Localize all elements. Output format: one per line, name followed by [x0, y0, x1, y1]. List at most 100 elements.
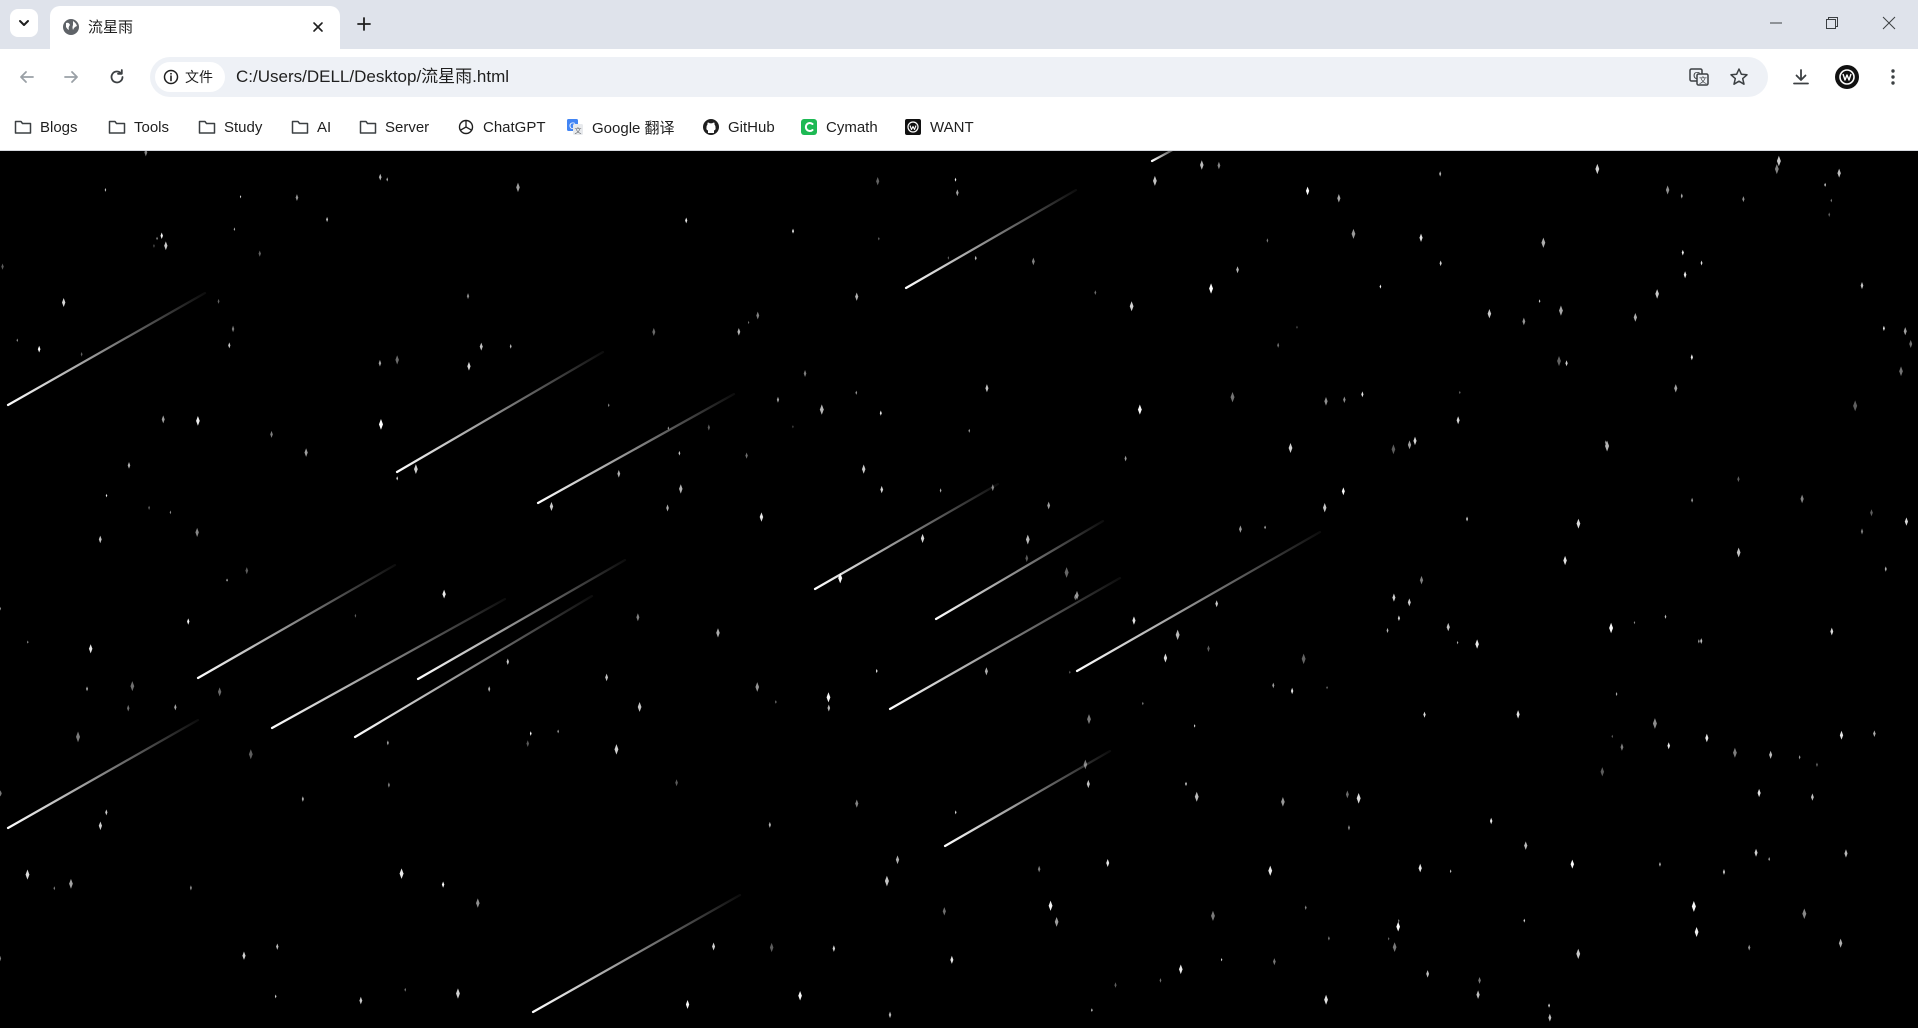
- star: [1798, 755, 1801, 760]
- star: [80, 351, 83, 357]
- svg-text:文: 文: [1699, 75, 1707, 85]
- star: [876, 177, 880, 186]
- translate-button[interactable]: G 文: [1688, 66, 1710, 88]
- star: [756, 311, 760, 320]
- star: [1757, 788, 1761, 798]
- star: [529, 731, 532, 736]
- star: [148, 505, 150, 510]
- star: [196, 415, 200, 426]
- star: [1844, 849, 1848, 858]
- star: [354, 613, 357, 618]
- bookmark-cymath[interactable]: Cymath: [800, 116, 878, 138]
- star: [1132, 616, 1136, 625]
- star: [1559, 305, 1563, 316]
- reload-button[interactable]: [104, 64, 130, 90]
- star: [258, 250, 261, 257]
- back-button[interactable]: [14, 64, 40, 90]
- star: [1025, 534, 1030, 545]
- star: [161, 415, 165, 424]
- site-info-chip[interactable]: 文件: [155, 62, 225, 92]
- star: [1391, 444, 1396, 455]
- bookmark-server[interactable]: Server: [359, 116, 429, 138]
- star: [947, 256, 950, 260]
- star: [1665, 185, 1670, 195]
- bookmark-chatgpt[interactable]: ChatGPT: [457, 116, 546, 138]
- url-text[interactable]: C:/Users/DELL/Desktop/流星雨.html: [236, 67, 509, 87]
- star: [1419, 575, 1424, 585]
- arrow-right-icon: [64, 71, 78, 83]
- more-vertical-icon: [1891, 69, 1895, 85]
- menu-button[interactable]: [1880, 64, 1906, 90]
- star: [1048, 900, 1053, 911]
- star: [144, 151, 148, 157]
- star: [1142, 701, 1144, 706]
- star: [968, 428, 971, 433]
- star: [678, 450, 681, 456]
- meteor-trail: [6, 718, 200, 830]
- star: [1694, 927, 1699, 938]
- star: [1690, 354, 1693, 361]
- star: [1576, 518, 1581, 529]
- star: [1800, 494, 1804, 504]
- star: [98, 821, 103, 831]
- bookmark-star-button[interactable]: [1728, 66, 1750, 88]
- minimize-button[interactable]: [1762, 10, 1790, 36]
- meteor-trail: [888, 576, 1122, 711]
- star: [488, 686, 491, 692]
- star: [1266, 238, 1269, 243]
- bookmark-blogs[interactable]: Blogs: [14, 116, 78, 138]
- bookmark-want[interactable]: WANT: [904, 116, 974, 138]
- star: [1356, 793, 1361, 804]
- star: [1541, 237, 1546, 248]
- star: [1423, 711, 1426, 718]
- star: [1446, 622, 1450, 632]
- restore-button[interactable]: [1818, 10, 1846, 36]
- star: [1683, 271, 1687, 279]
- star: [1351, 228, 1356, 239]
- star: [378, 173, 382, 181]
- active-tab[interactable]: 流星雨: [50, 6, 340, 49]
- star: [442, 589, 446, 599]
- star: [1345, 790, 1349, 799]
- star: [378, 418, 383, 430]
- star: [248, 749, 253, 760]
- close-window-button[interactable]: [1875, 10, 1903, 36]
- new-tab-button[interactable]: [352, 12, 376, 36]
- star: [1538, 299, 1541, 303]
- profile-button[interactable]: [1834, 64, 1860, 90]
- github-icon: [703, 119, 719, 135]
- star: [878, 236, 880, 241]
- bookmark-github[interactable]: GitHub: [702, 116, 775, 138]
- bookmark-study[interactable]: Study: [198, 116, 262, 138]
- star: [0, 790, 2, 797]
- star: [1200, 160, 1204, 170]
- forward-button[interactable]: [58, 64, 84, 90]
- star: [1828, 212, 1831, 217]
- tab-search-button[interactable]: [10, 9, 38, 37]
- star: [217, 298, 220, 304]
- star: [1106, 859, 1110, 868]
- address-bar[interactable]: 文件 C:/Users/DELL/Desktop/流星雨.html G 文: [150, 57, 1768, 97]
- star: [1407, 598, 1411, 607]
- want-icon: [905, 119, 921, 135]
- star: [228, 342, 231, 349]
- star: [1419, 233, 1423, 242]
- tab-close-button[interactable]: [308, 17, 328, 37]
- star: [1548, 1003, 1550, 1008]
- star: [884, 875, 889, 887]
- star: [984, 667, 988, 676]
- star: [98, 535, 102, 544]
- star: [156, 236, 158, 241]
- star: [1691, 901, 1696, 912]
- star: [1522, 317, 1526, 326]
- bookmark-ai[interactable]: AI: [291, 116, 331, 138]
- bookmark-label: WANT: [930, 118, 974, 136]
- bookmark-tools[interactable]: Tools: [108, 116, 169, 138]
- downloads-button[interactable]: [1788, 64, 1814, 90]
- star: [775, 700, 777, 704]
- star: [759, 512, 764, 522]
- star: [737, 328, 741, 336]
- star: [1305, 186, 1310, 196]
- bookmark-google-translate[interactable]: G 文 Google 翻译: [566, 116, 675, 138]
- star: [1691, 497, 1694, 503]
